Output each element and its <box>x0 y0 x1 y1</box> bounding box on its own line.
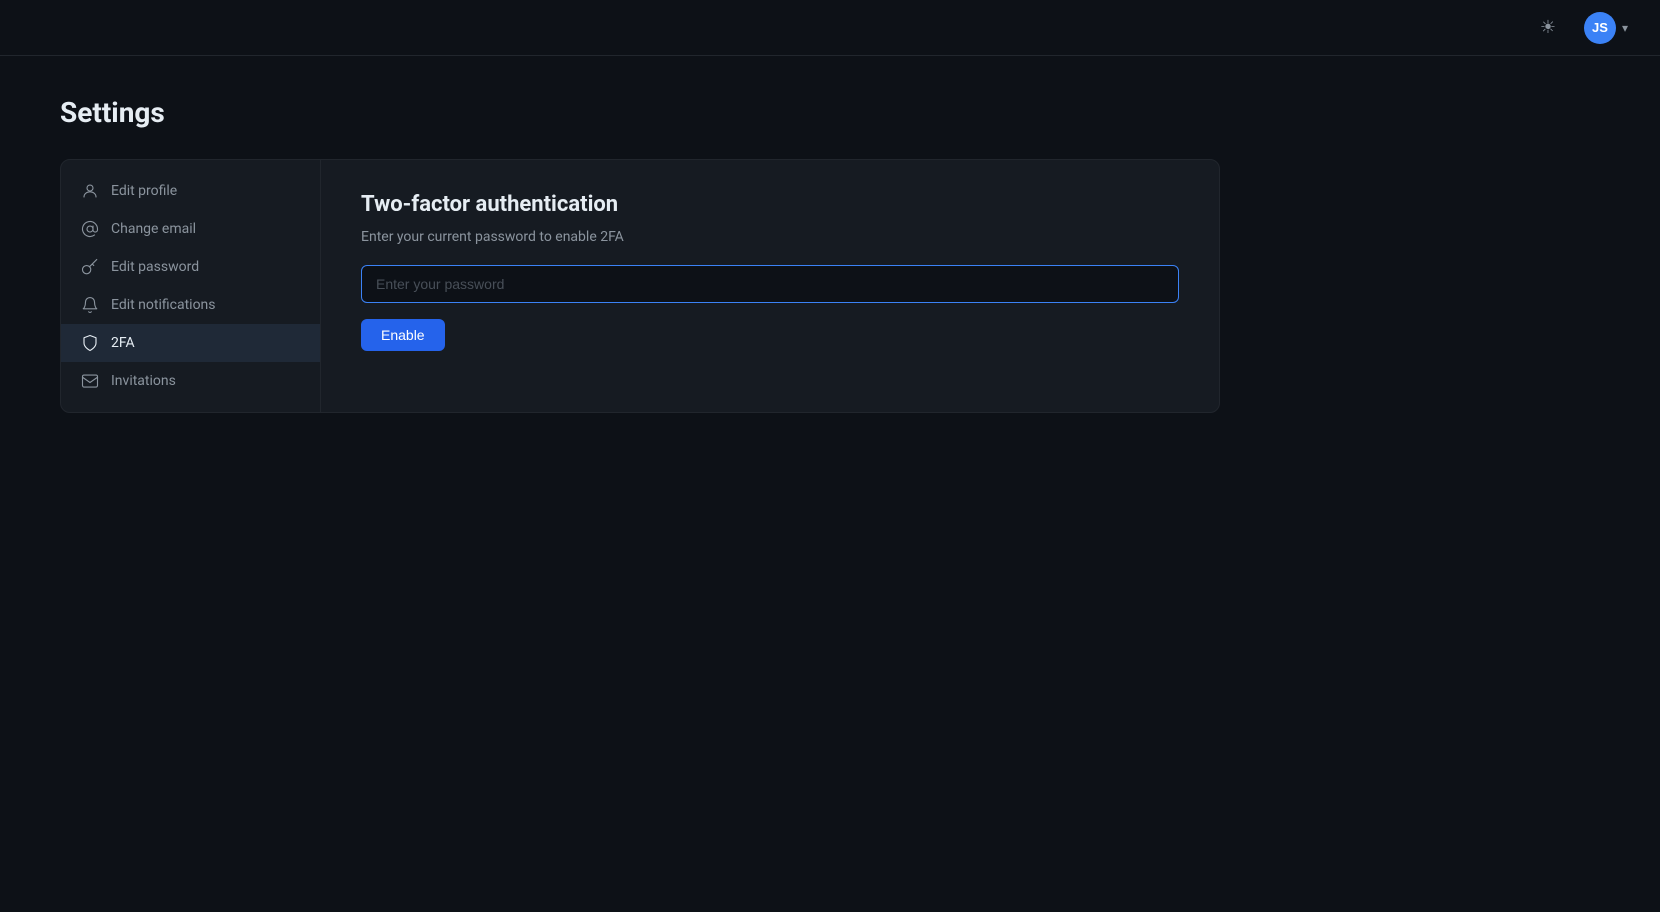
sidebar-item-2fa[interactable]: 2FA <box>61 324 320 362</box>
section-subtitle: Enter your current password to enable 2F… <box>361 229 1179 245</box>
section-title: Two-factor authentication <box>361 192 1179 217</box>
sidebar-item-label: Edit notifications <box>111 297 216 313</box>
chevron-down-icon: ▾ <box>1622 21 1628 35</box>
sidebar-item-label: Change email <box>111 221 196 237</box>
password-input[interactable] <box>361 265 1179 303</box>
page-title: Settings <box>60 96 1600 129</box>
sidebar-item-edit-password[interactable]: Edit password <box>61 248 320 286</box>
settings-card: Edit profile Change email <box>60 159 1220 413</box>
enable-button[interactable]: Enable <box>361 319 445 351</box>
sidebar-item-label: Edit profile <box>111 183 177 199</box>
mail-icon <box>81 372 99 390</box>
sun-icon: ☀ <box>1540 17 1556 38</box>
topbar: ☀ JS ▾ <box>0 0 1660 56</box>
sidebar-item-invitations[interactable]: Invitations <box>61 362 320 400</box>
shield-icon <box>81 334 99 352</box>
sidebar-item-label: 2FA <box>111 335 135 351</box>
main-content-area: Two-factor authentication Enter your cur… <box>321 160 1219 412</box>
page-content: Settings Edit profile <box>0 56 1660 453</box>
sidebar-item-edit-profile[interactable]: Edit profile <box>61 172 320 210</box>
user-icon <box>81 182 99 200</box>
settings-sidebar: Edit profile Change email <box>61 160 321 412</box>
theme-toggle-button[interactable]: ☀ <box>1532 12 1564 44</box>
avatar: JS <box>1584 12 1616 44</box>
sidebar-item-label: Invitations <box>111 373 176 389</box>
sidebar-item-edit-notifications[interactable]: Edit notifications <box>61 286 320 324</box>
key-icon <box>81 258 99 276</box>
sidebar-item-label: Edit password <box>111 259 199 275</box>
bell-icon <box>81 296 99 314</box>
user-menu-button[interactable]: JS ▾ <box>1576 8 1636 48</box>
at-sign-icon <box>81 220 99 238</box>
sidebar-item-change-email[interactable]: Change email <box>61 210 320 248</box>
